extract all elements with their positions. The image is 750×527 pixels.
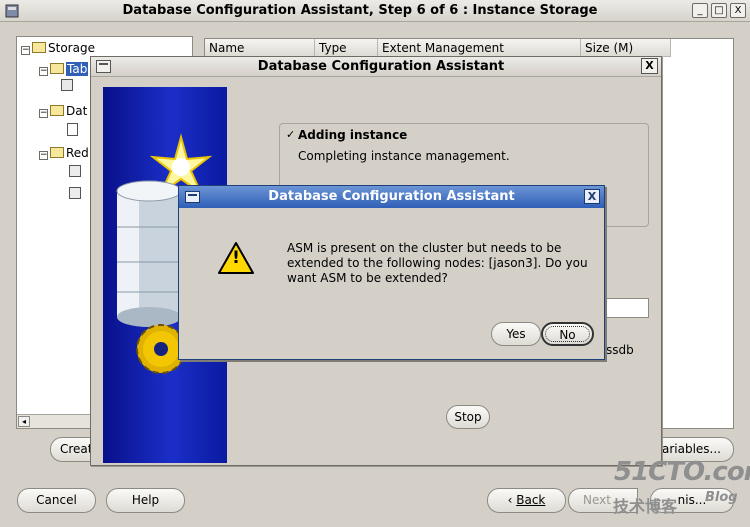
document-icon [67, 123, 78, 136]
tree-label: Storage [48, 41, 95, 55]
folder-icon [50, 63, 64, 74]
close-window-button[interactable]: X [730, 3, 746, 18]
watermark-site: 51CTO.com [614, 457, 750, 487]
column-header-size[interactable]: Size (M) [581, 39, 671, 57]
tree-item-file[interactable] [61, 79, 73, 95]
window-title: Database Configuration Assistant, Step 6… [122, 3, 598, 18]
confirm-dialog-close-button[interactable]: X [584, 189, 600, 204]
tree-label: Red [66, 146, 89, 160]
window-menu-icon[interactable] [96, 60, 111, 73]
watermark-blog-cn: 技术博客 [613, 497, 678, 516]
no-button[interactable]: No [541, 322, 594, 346]
folder-icon [50, 147, 64, 158]
tree-item-redo-1[interactable] [69, 165, 81, 181]
tree-item-datafiles[interactable]: − Dat [39, 103, 87, 119]
column-header-type[interactable]: Type [315, 39, 378, 57]
warning-glyph: ! [232, 248, 240, 268]
tree-label: Tab [66, 62, 89, 76]
asm-confirm-dialog[interactable]: Database Configuration Assistant X ! ASM… [178, 185, 605, 360]
back-button[interactable]: ‹ Back [487, 488, 566, 513]
collapse-icon[interactable]: − [39, 109, 48, 118]
confirm-message: ASM is present on the cluster but needs … [287, 241, 588, 285]
logfile-icon [69, 187, 81, 199]
confirm-dialog-titlebar[interactable]: Database Configuration Assistant X [179, 186, 604, 208]
datafile-icon [61, 79, 73, 91]
column-header-extent[interactable]: Extent Management [378, 39, 581, 57]
main-titlebar[interactable]: Database Configuration Assistant, Step 6… [0, 0, 750, 22]
yes-button[interactable]: Yes [491, 322, 541, 346]
folder-icon [50, 105, 64, 116]
stop-button[interactable]: Stop [446, 405, 490, 429]
database-name-fragment: ssdb [606, 343, 634, 357]
tree-item-redo[interactable]: − Red [39, 145, 89, 161]
tree-item-redo-2[interactable] [69, 187, 81, 203]
back-label: Back [516, 493, 546, 507]
maximize-button[interactable]: □ [711, 3, 727, 18]
back-arrow-icon: ‹ [507, 493, 517, 507]
app-icon [5, 4, 19, 18]
checkmark-icon: ✓ [286, 128, 296, 141]
progress-field [603, 298, 649, 318]
folder-icon [32, 42, 46, 53]
tree-label: Dat [66, 104, 88, 118]
window-menu-icon[interactable] [185, 191, 200, 203]
confirm-dialog-title: Database Configuration Assistant [268, 189, 515, 204]
collapse-icon[interactable]: − [21, 46, 30, 55]
tree-item-storage[interactable]: − Storage [21, 40, 95, 56]
watermark-blog: Blog [705, 490, 738, 505]
help-button[interactable]: Help [106, 488, 185, 513]
step-detail: Completing instance management. [298, 149, 510, 163]
scroll-left-arrow-icon[interactable]: ◂ [18, 416, 30, 427]
tree-item-datafile[interactable] [67, 123, 78, 139]
progress-dialog-titlebar[interactable]: Database Configuration Assistant X [91, 57, 661, 77]
collapse-icon[interactable]: − [39, 151, 48, 160]
minimize-button[interactable]: _ [692, 3, 708, 18]
step-title: Adding instance [298, 128, 408, 142]
collapse-icon[interactable]: − [39, 67, 48, 76]
progress-dialog-close-button[interactable]: X [641, 58, 658, 74]
logfile-icon [69, 165, 81, 177]
cancel-button[interactable]: Cancel [17, 488, 96, 513]
tree-item-tablespaces[interactable]: − Tab [39, 61, 89, 77]
progress-dialog-title: Database Configuration Assistant [257, 59, 505, 74]
column-header-name[interactable]: Name [205, 39, 315, 57]
create-button[interactable]: Creat [50, 437, 92, 462]
